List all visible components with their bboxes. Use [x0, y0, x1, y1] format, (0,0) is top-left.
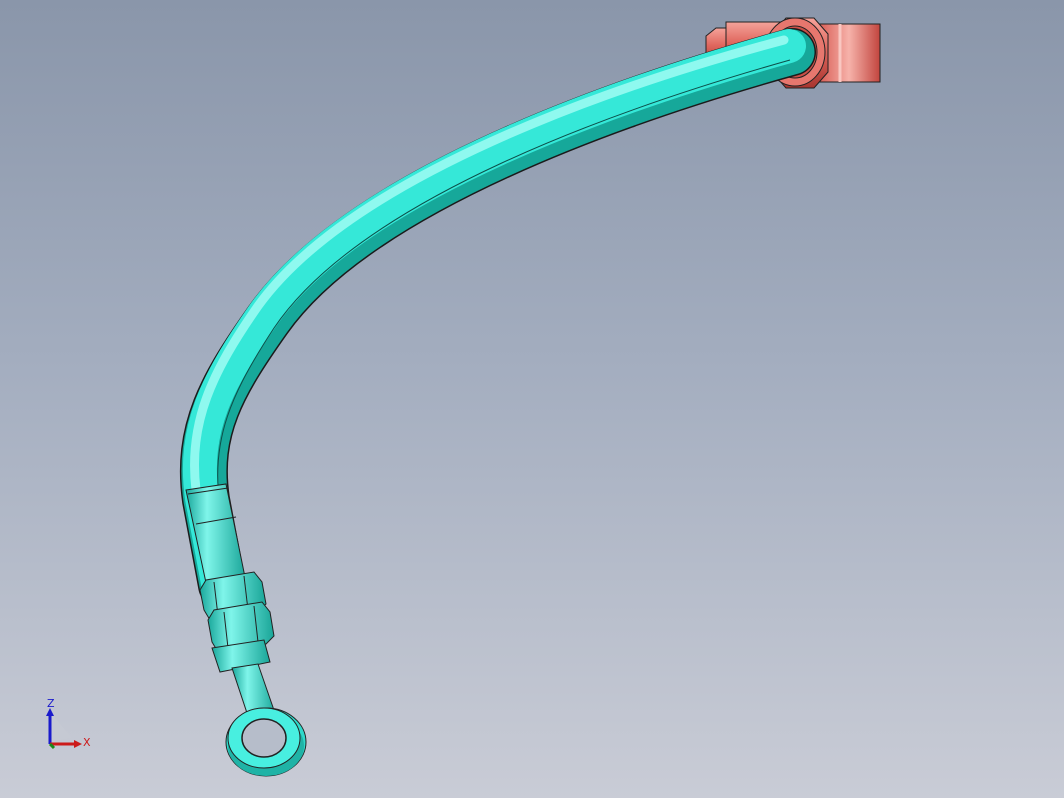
cad-viewport[interactable]: Z X	[0, 0, 1064, 798]
x-arrow-head	[74, 740, 82, 748]
x-axis-label: X	[83, 736, 91, 749]
z-axis-label: Z	[47, 697, 55, 710]
hose[interactable]	[179, 28, 816, 609]
banjo-hole	[241, 718, 287, 758]
hose-highlight	[189, 35, 789, 495]
hose-assembly-model[interactable]	[0, 0, 1064, 798]
triad-plane	[50, 712, 72, 742]
axis-triad: Z X	[38, 696, 108, 756]
bottom-banjo-eye[interactable]	[225, 663, 307, 777]
